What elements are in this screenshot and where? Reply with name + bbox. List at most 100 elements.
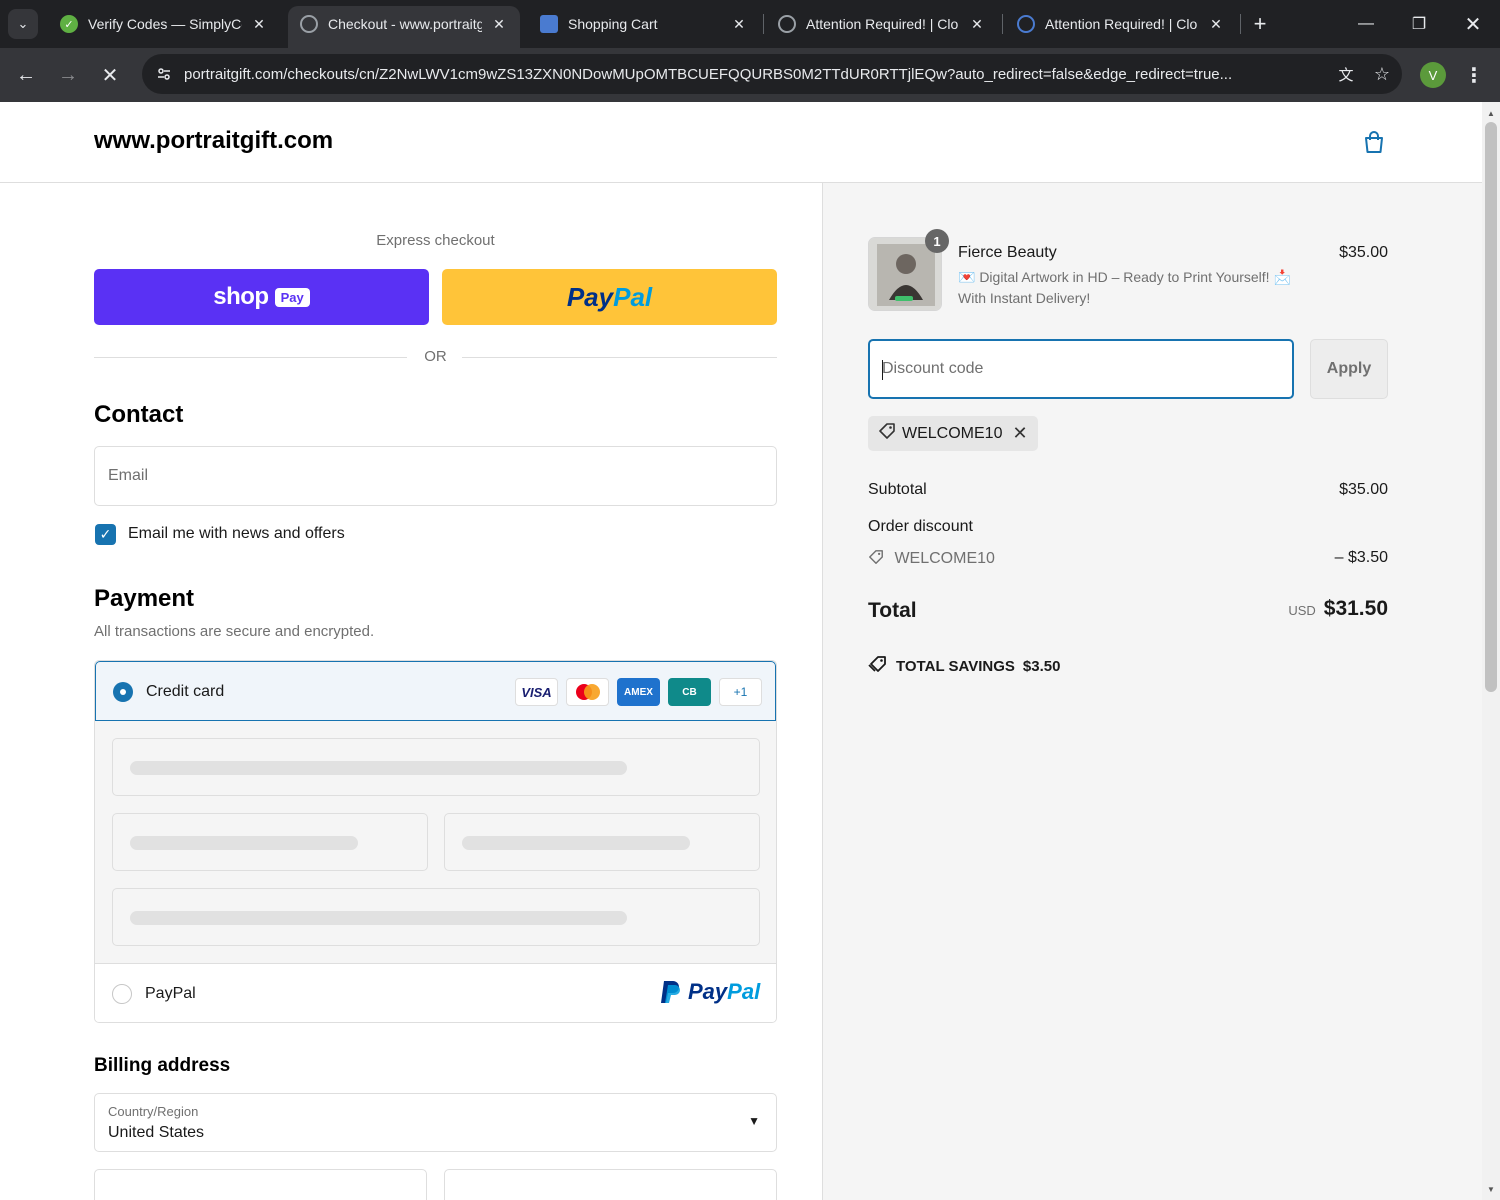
remove-discount-icon[interactable]: ✕ <box>1012 423 1027 444</box>
translate-icon[interactable]: 文 <box>1330 58 1362 90</box>
shopping-bag-icon[interactable] <box>1360 128 1388 156</box>
subtotal-row: Subtotal $35.00 <box>868 481 1388 499</box>
discount-code-field[interactable] <box>868 339 1294 399</box>
apply-discount-button[interactable]: Apply <box>1310 339 1388 399</box>
shop-pay-button[interactable]: shop Pay <box>94 269 429 325</box>
mastercard-icon <box>566 678 609 706</box>
credit-card-radio[interactable] <box>113 682 133 702</box>
close-icon[interactable]: ✕ <box>1207 15 1225 33</box>
shop-pay-logo: shop <box>213 283 269 310</box>
paypal-express-button[interactable]: PayPal <box>442 269 777 325</box>
paypal-radio[interactable] <box>112 984 132 1004</box>
close-icon[interactable]: ✕ <box>490 15 508 33</box>
country-value: United States <box>108 1124 205 1141</box>
checkout-header: www.portraitgift.com <box>0 102 1482 183</box>
credit-card-label: Credit card <box>146 683 225 700</box>
tab-verify-codes[interactable]: ✓ Verify Codes — SimplyCo ✕ <box>48 6 280 42</box>
window-close-button[interactable]: ✕ <box>1453 8 1493 40</box>
chevron-down-icon: ▼ <box>748 1114 760 1128</box>
profile-avatar[interactable]: V <box>1420 62 1446 88</box>
contact-heading: Contact <box>94 401 184 428</box>
applied-discount-chip: WELCOME10 ✕ <box>868 416 1038 451</box>
close-icon[interactable]: ✕ <box>730 15 748 33</box>
first-name-input[interactable] <box>95 1170 426 1200</box>
cvv-field-skeleton <box>444 813 760 871</box>
forward-button[interactable]: → <box>52 59 84 91</box>
country-select[interactable]: Country/Region United States ▼ <box>94 1093 777 1152</box>
tab-separator <box>1240 14 1241 34</box>
savings-value: $3.50 <box>1022 658 1061 675</box>
savings-tag-icon <box>868 655 888 678</box>
order-discount-row: Order discount <box>868 518 1388 536</box>
total-currency: USD <box>1288 603 1316 618</box>
scroll-down-arrow-icon[interactable]: ▼ <box>1486 1184 1496 1194</box>
tab-checkout[interactable]: Checkout - www.portraitg ✕ <box>288 6 520 48</box>
tab-title: Attention Required! | Clo <box>1045 16 1198 32</box>
close-icon[interactable]: ✕ <box>250 15 268 33</box>
cloudflare-icon <box>1017 15 1035 33</box>
restore-button[interactable]: ❐ <box>1399 8 1439 40</box>
order-summary-panel <box>822 183 1482 1200</box>
shop-pay-pill: Pay <box>274 287 310 307</box>
scroll-up-arrow-icon[interactable]: ▲ <box>1486 108 1496 118</box>
tab-title: Attention Required! | Clo <box>806 16 959 32</box>
tab-shopping-cart[interactable]: Shopping Cart ✕ <box>528 6 760 42</box>
browser-menu-icon[interactable]: ⋮ <box>1462 60 1486 90</box>
tab-attention-required-1[interactable]: Attention Required! | Clo ✕ <box>766 6 998 42</box>
card-form-loading <box>95 721 776 964</box>
arrow-left-icon: ← <box>16 63 36 86</box>
credit-card-option[interactable]: Credit card VISA AMEX CB +1 <box>95 661 776 721</box>
stop-loading-button[interactable]: ✕ <box>94 59 126 91</box>
applied-code-text: WELCOME10 <box>902 424 1003 442</box>
express-checkout-label: Express checkout <box>376 232 495 249</box>
paypal-option-label: PayPal <box>145 985 196 1002</box>
expiry-field-skeleton <box>112 813 428 871</box>
or-divider: OR <box>94 347 777 367</box>
address-bar[interactable]: portraitgift.com/checkouts/cn/Z2NwLWV1cm… <box>142 54 1402 94</box>
cartes-bancaires-icon: CB <box>668 678 711 706</box>
newsletter-label[interactable]: Email me with news and offers <box>128 525 345 543</box>
last-name-input[interactable] <box>445 1170 776 1200</box>
product-price: $35.00 <box>1339 244 1388 261</box>
new-tab-button[interactable]: + <box>1247 11 1273 37</box>
chevron-down-icon: ⌄ <box>17 16 29 31</box>
minimize-button[interactable]: — <box>1346 8 1386 40</box>
last-name-field[interactable] <box>444 1169 777 1200</box>
back-button[interactable]: ← <box>10 59 42 91</box>
browser-toolbar: ← → ✕ portraitgift.com/checkouts/cn/Z2Nw… <box>0 48 1500 102</box>
discount-code-input[interactable] <box>870 341 1292 397</box>
url-text[interactable]: portraitgift.com/checkouts/cn/Z2NwLWV1cm… <box>184 66 1330 83</box>
arrow-right-icon: → <box>58 63 78 86</box>
country-label: Country/Region <box>108 1104 199 1119</box>
quantity-badge: 1 <box>925 229 949 253</box>
email-input[interactable] <box>95 447 776 505</box>
portrait-icon <box>300 15 318 33</box>
amex-icon: AMEX <box>617 678 660 706</box>
first-name-field[interactable] <box>94 1169 427 1200</box>
bookmark-star-icon[interactable]: ☆ <box>1366 58 1398 90</box>
email-field[interactable] <box>94 446 777 506</box>
card-number-field-skeleton <box>112 738 760 796</box>
billing-address-heading: Billing address <box>94 1055 231 1076</box>
paypal-logo-icon: PayPal <box>660 979 760 1005</box>
scroll-thumb[interactable] <box>1485 122 1497 692</box>
order-discount-code-row: WELCOME10 – $3.50 <box>868 549 1388 570</box>
order-discount-value: – $3.50 <box>1334 549 1388 566</box>
name-on-card-field-skeleton <box>112 888 760 946</box>
tab-search-button[interactable]: ⌄ <box>8 9 38 39</box>
subtotal-value: $35.00 <box>1339 481 1388 498</box>
payment-subtitle: All transactions are secure and encrypte… <box>94 623 375 640</box>
total-savings: TOTAL SAVINGS $3.50 <box>868 655 1060 678</box>
shop-name[interactable]: www.portraitgift.com <box>94 127 333 155</box>
site-info-icon[interactable] <box>150 60 178 88</box>
page-scrollbar[interactable]: ▲ ▼ <box>1482 102 1500 1200</box>
product-name: Fierce Beauty <box>958 244 1057 261</box>
payment-heading: Payment <box>94 585 195 612</box>
tab-attention-required-2[interactable]: Attention Required! | Clo ✕ <box>1005 6 1237 42</box>
total-label: Total <box>868 599 917 622</box>
paypal-option[interactable]: PayPal PayPal <box>95 964 776 1022</box>
checkout-page: www.portraitgift.com Express checkout sh… <box>0 102 1482 1200</box>
close-icon[interactable]: ✕ <box>968 15 986 33</box>
newsletter-checkbox[interactable]: ✓ <box>95 524 116 545</box>
product-description: 💌 Digital Artwork in HD – Ready to Print… <box>958 269 1291 306</box>
